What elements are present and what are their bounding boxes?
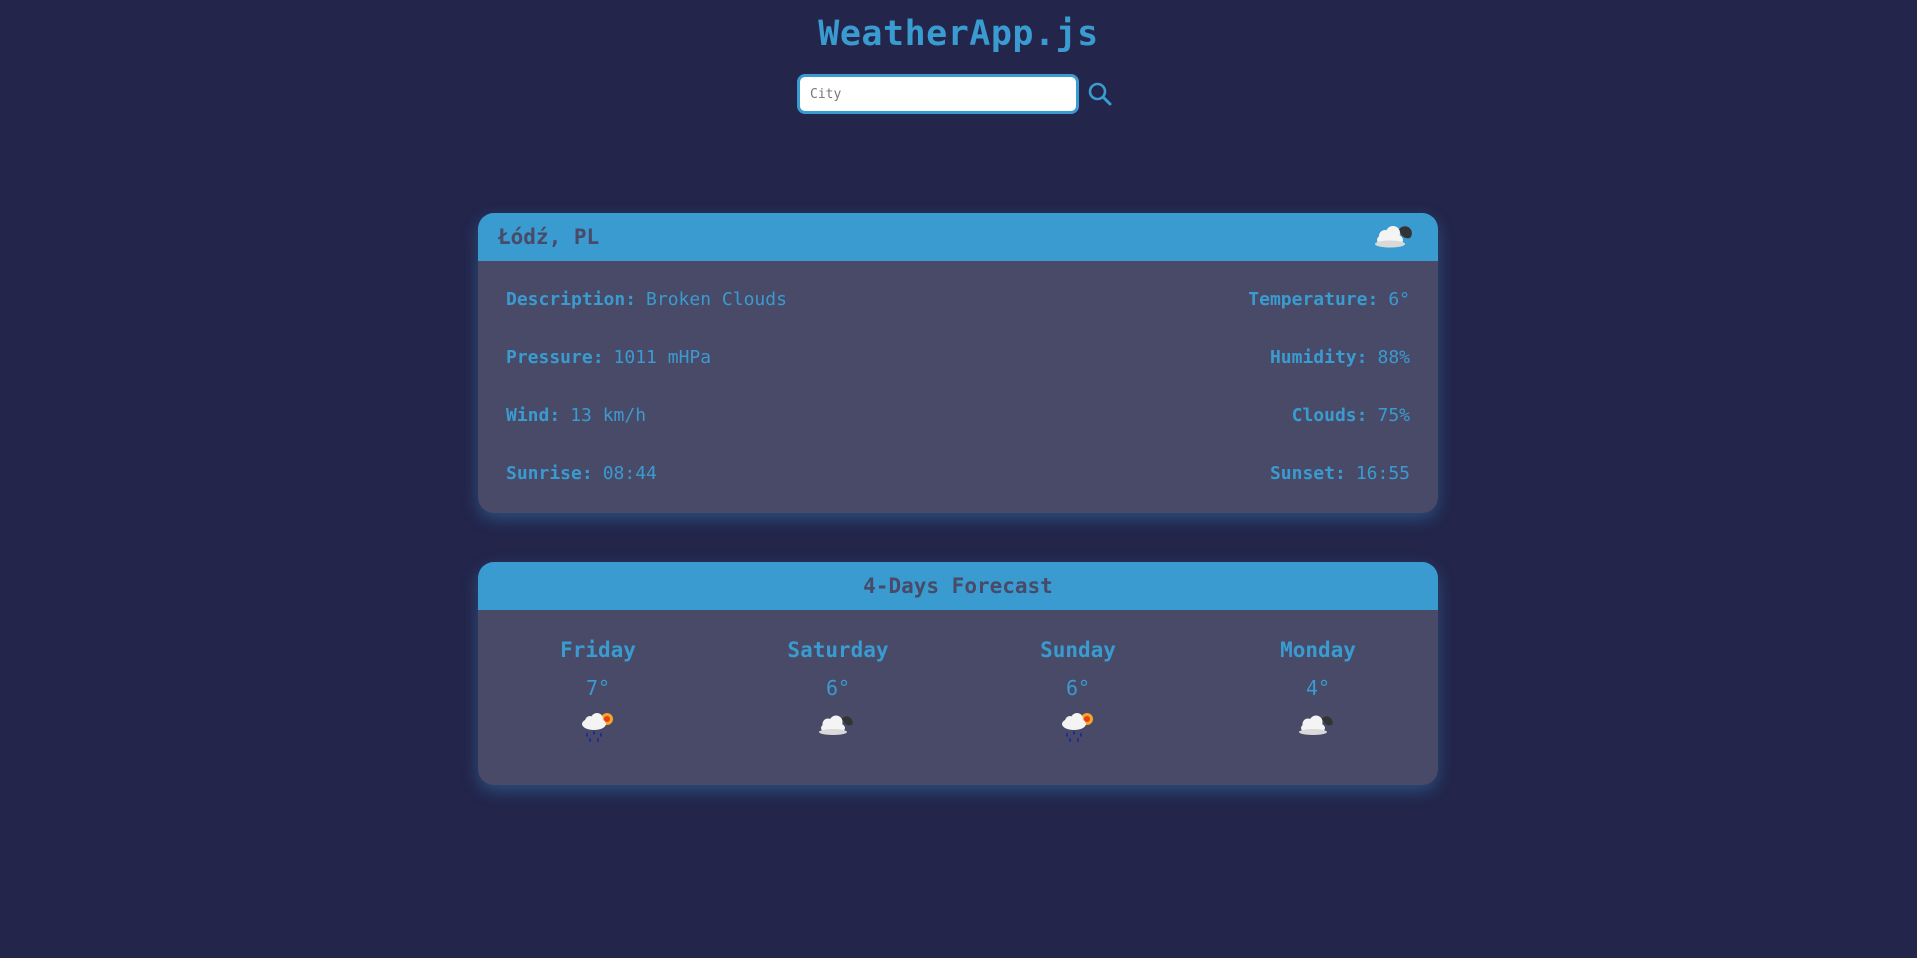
detail-value: 13 km/h — [570, 405, 647, 426]
detail-value: 88% — [1377, 347, 1410, 368]
detail-wind: Wind: 13 km/h — [506, 399, 958, 457]
detail-humidity: Humidity: 88% — [958, 341, 1410, 399]
detail-label: Sunset: — [1269, 463, 1346, 484]
search-icon[interactable] — [1087, 81, 1113, 107]
forecast-card: 4-Days Forecast Friday 7° Saturday 6° Sunday… — [478, 562, 1438, 785]
day-name: Friday — [560, 638, 636, 662]
forecast-header: 4-Days Forecast — [478, 562, 1438, 610]
detail-value: 08:44 — [602, 463, 657, 484]
detail-description: Description: Broken Clouds — [506, 283, 958, 341]
city-search-input[interactable] — [797, 74, 1079, 114]
detail-temperature: Temperature: 6° — [958, 283, 1410, 341]
forecast-day-saturday: Saturday 6° — [718, 638, 958, 750]
forecast-day-friday: Friday 7° — [478, 638, 718, 750]
detail-label: Wind: — [506, 405, 561, 426]
day-name: Sunday — [1040, 638, 1116, 662]
forecast-day-sunday: Sunday 6° — [958, 638, 1198, 750]
detail-value: 75% — [1377, 405, 1410, 426]
detail-clouds: Clouds: 75% — [958, 399, 1410, 457]
detail-sunrise: Sunrise: 08:44 — [506, 457, 958, 513]
current-weather-card: Łódź, PL Description: Broken Clouds Temper… — [478, 213, 1438, 513]
search-bar — [797, 74, 1115, 114]
detail-label: Description: — [506, 289, 637, 310]
detail-value: 6° — [1388, 289, 1410, 310]
location-label: Łódź, PL — [498, 225, 600, 249]
detail-value: 1011 mHPa — [613, 347, 712, 368]
detail-value: 16:55 — [1355, 463, 1410, 484]
cloud-moon-icon — [1372, 220, 1418, 254]
detail-label: Pressure: — [506, 347, 604, 368]
day-temperature: 7° — [585, 676, 611, 700]
rain-sun-icon — [958, 710, 1198, 750]
detail-label: Sunrise: — [506, 463, 593, 484]
cloud-moon-icon — [1198, 710, 1438, 750]
current-weather-header: Łódź, PL — [478, 213, 1438, 261]
forecast-days: Friday 7° Saturday 6° Sunday 6° Monday 4° — [478, 638, 1438, 750]
app-title: WeatherApp.js — [818, 14, 1099, 54]
forecast-day-monday: Monday 4° — [1198, 638, 1438, 750]
rain-sun-icon — [478, 710, 718, 750]
day-temperature: 6° — [1065, 676, 1091, 700]
forecast-title: 4-Days Forecast — [863, 574, 1053, 598]
detail-value: Broken Clouds — [646, 289, 787, 310]
detail-pressure: Pressure: 1011 mHPa — [506, 341, 958, 399]
search-button[interactable] — [1085, 79, 1115, 109]
weather-details: Description: Broken Clouds Temperature: 6° P… — [478, 261, 1438, 513]
day-temperature: 4° — [1305, 676, 1331, 700]
cloud-moon-icon — [718, 710, 958, 750]
day-temperature: 6° — [825, 676, 851, 700]
day-name: Saturday — [787, 638, 889, 662]
detail-label: Clouds: — [1291, 405, 1368, 426]
day-name: Monday — [1280, 638, 1356, 662]
detail-label: Humidity: — [1269, 347, 1368, 368]
detail-label: Temperature: — [1248, 289, 1379, 310]
detail-sunset: Sunset: 16:55 — [958, 457, 1410, 513]
